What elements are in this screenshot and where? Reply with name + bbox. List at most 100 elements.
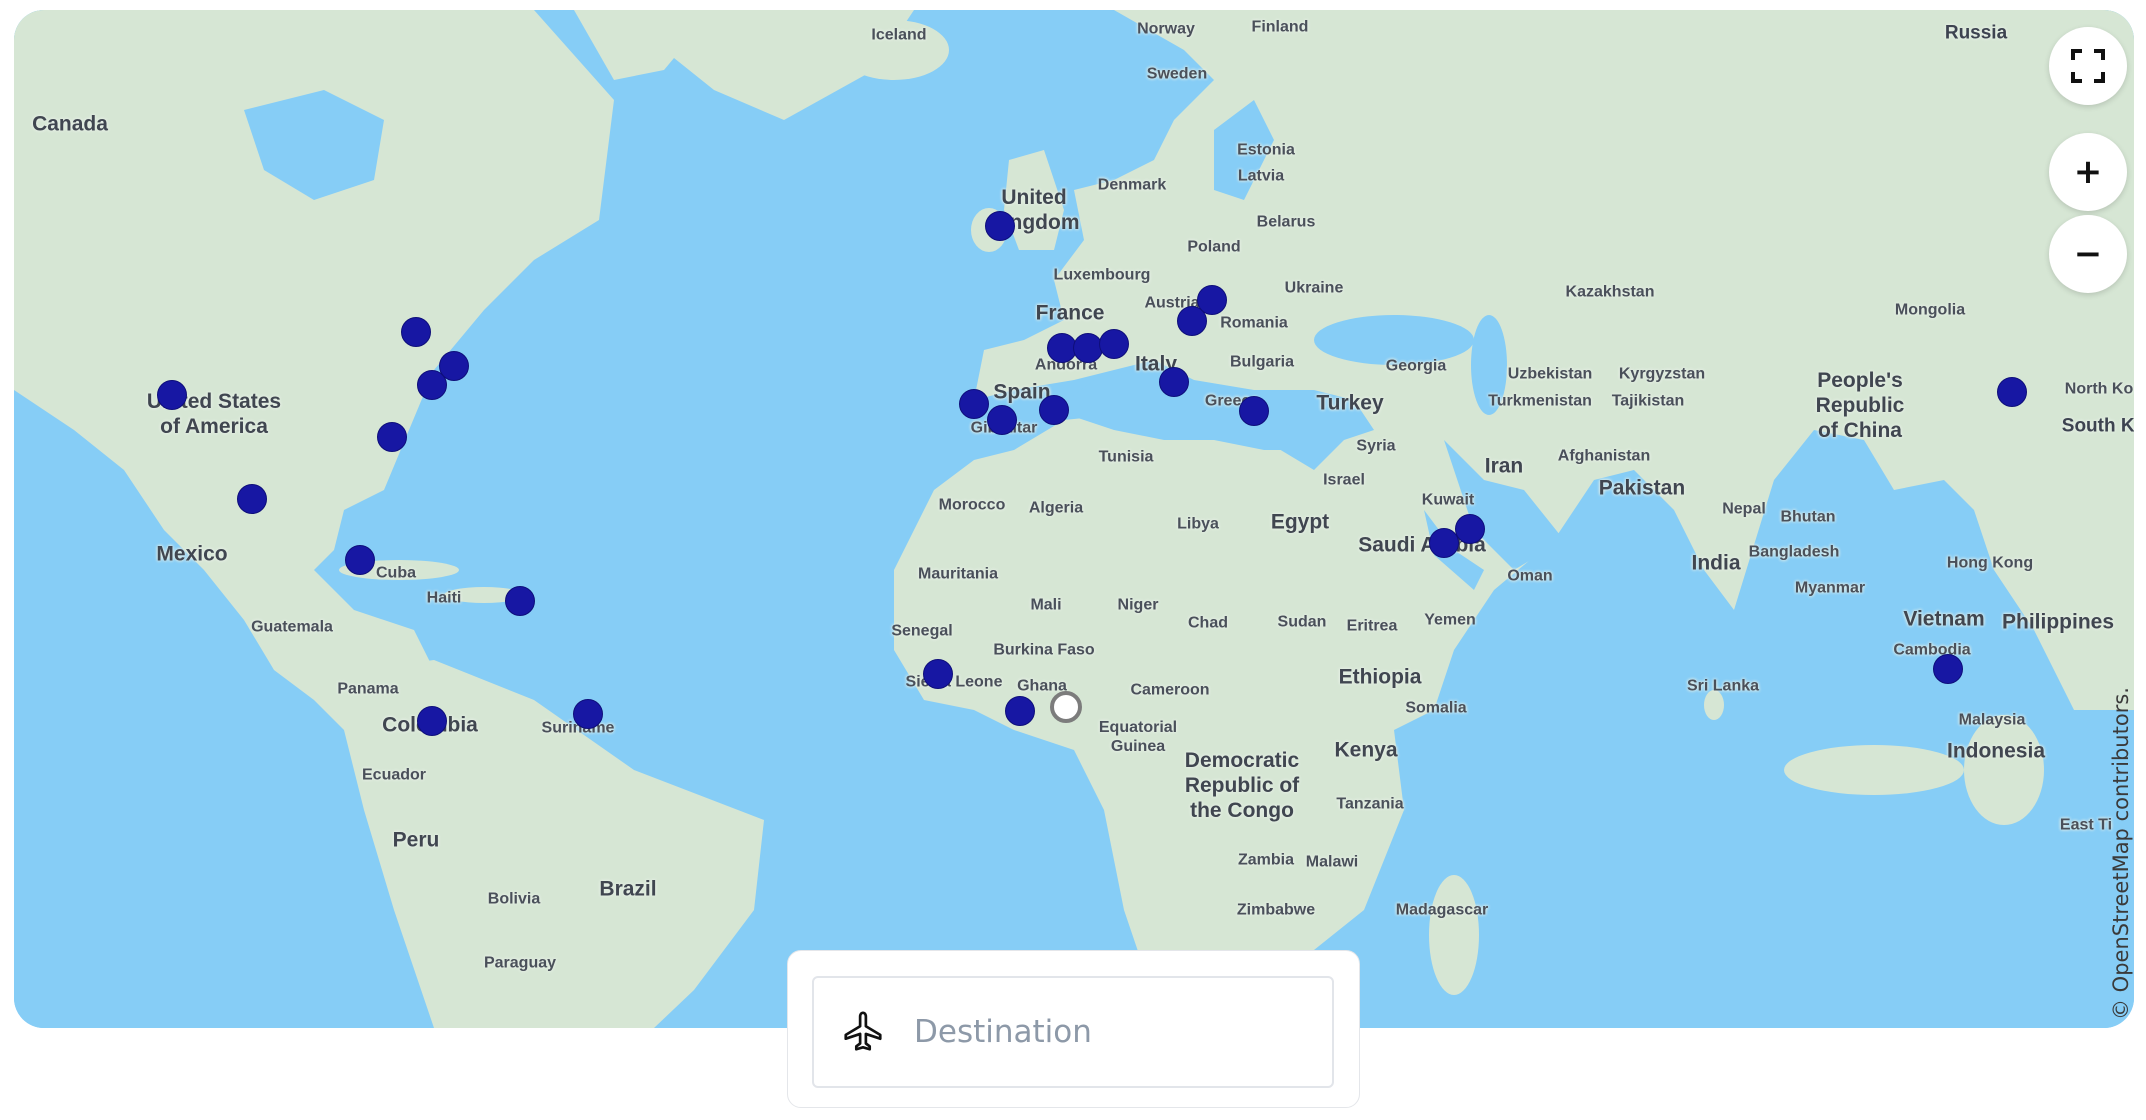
country-label-algeria: Algeria [1028,499,1084,517]
destination-marker[interactable] [959,389,989,419]
country-label-myanmar: Myanmar [1794,579,1866,597]
country-label-cuba: Cuba [376,564,416,582]
country-label-brazil: Brazil [599,877,657,901]
country-label-romania: Romania [1220,314,1288,332]
destination-marker[interactable] [1073,333,1103,363]
country-label-turkmenistan: Turkmenistan [1488,392,1592,410]
country-label-norway: Norway [1137,20,1195,38]
country-label-sierra-leone: Sierra Leone [905,673,1003,691]
destination-marker[interactable] [505,586,535,616]
destination-marker[interactable] [157,380,187,410]
destination-marker[interactable] [1005,696,1035,726]
destination-marker[interactable] [985,211,1015,241]
country-label-israel: Israel [1323,471,1365,489]
country-label-kazakhstan: Kazakhstan [1565,283,1655,301]
destination-marker[interactable] [987,405,1017,435]
world-map[interactable]: Canada United States of America Mexico Cuba H… [14,10,2134,1028]
country-label-cambodia: Cambodia [1893,641,1971,659]
country-label-tanzania: Tanzania [1336,795,1404,813]
fullscreen-icon [2071,49,2105,83]
destination-marker[interactable] [1099,329,1129,359]
destination-marker[interactable] [1239,396,1269,426]
country-label-poland: Poland [1187,238,1241,256]
country-label-ecuador: Ecuador [361,766,427,784]
country-label-morocco: Morocco [938,496,1006,514]
country-label-malaysia: Malaysia [1958,711,2026,729]
country-label-tajikistan: Tajikistan [1611,392,1685,410]
country-label-turkey: Turkey [1316,391,1384,415]
country-label-canada: Canada [32,112,108,136]
destination-marker[interactable] [1197,285,1227,315]
destination-marker[interactable] [1039,395,1069,425]
destination-field[interactable] [812,976,1334,1088]
zoom-out-button[interactable]: − [2049,215,2127,293]
country-label-vietnam: Vietnam [1903,607,1985,631]
destination-marker[interactable] [377,422,407,452]
country-label-niger: Niger [1117,596,1159,614]
country-label-senegal: Senegal [891,622,953,640]
destination-marker[interactable] [1455,514,1485,544]
country-label-drc: Democratic Republic of the Congo [1184,749,1300,823]
origin-marker[interactable] [1050,691,1082,723]
destination-marker[interactable] [237,484,267,514]
country-label-mongolia: Mongolia [1894,301,1966,319]
country-label-egypt: Egypt [1270,510,1330,534]
country-label-paraguay: Paraguay [483,954,557,972]
country-label-north-korea: North Ko [2064,380,2134,398]
country-label-china: People's Republic of China [1815,369,1905,443]
country-label-finland: Finland [1251,18,1309,36]
country-label-uzbekistan: Uzbekistan [1507,365,1593,383]
country-label-kenya: Kenya [1334,738,1398,762]
destination-marker[interactable] [1997,377,2027,407]
country-label-luxembourg: Luxembourg [1053,266,1151,284]
country-label-bolivia: Bolivia [487,890,541,908]
airplane-icon [844,1011,882,1051]
destination-marker[interactable] [401,317,431,347]
country-label-indonesia: Indonesia [1946,739,2046,763]
country-label-zambia: Zambia [1237,851,1295,869]
destination-marker[interactable] [1933,654,1963,684]
destination-marker[interactable] [417,706,447,736]
country-label-bangladesh: Bangladesh [1748,543,1840,561]
country-label-somalia: Somalia [1405,699,1467,717]
country-label-iran: Iran [1484,454,1524,478]
fullscreen-button[interactable] [2049,27,2127,105]
country-label-syria: Syria [1356,437,1396,455]
country-label-chad: Chad [1188,614,1228,632]
country-label-kuwait: Kuwait [1421,491,1475,509]
country-label-madagascar: Madagascar [1395,901,1489,919]
destination-marker[interactable] [923,659,953,689]
country-label-sweden: Sweden [1146,65,1208,83]
country-label-yemen: Yemen [1424,611,1476,629]
country-label-afghanistan: Afghanistan [1557,447,1651,465]
country-label-denmark: Denmark [1097,176,1167,194]
country-label-ethiopia: Ethiopia [1338,665,1422,689]
country-label-kyrgyzstan: Kyrgyzstan [1618,365,1706,383]
country-label-russia: Russia [1944,22,2008,44]
country-label-india: India [1691,551,1741,575]
destination-marker[interactable] [573,699,603,729]
destination-marker[interactable] [417,370,447,400]
zoom-in-button[interactable]: + [2049,133,2127,211]
country-label-eritrea: Eritrea [1346,617,1398,635]
country-label-sri-lanka: Sri Lanka [1686,677,1760,695]
country-label-mali: Mali [1030,596,1062,614]
destination-marker[interactable] [345,545,375,575]
country-label-pakistan: Pakistan [1598,476,1686,500]
country-label-libya: Libya [1177,515,1219,533]
destination-marker[interactable] [1159,367,1189,397]
country-label-ukraine: Ukraine [1284,279,1344,297]
country-label-bhutan: Bhutan [1780,508,1836,526]
country-label-france: France [1035,301,1105,325]
country-label-mauritania: Mauritania [917,565,999,583]
country-label-hong-kong: Hong Kong [1946,554,2034,572]
country-label-belarus: Belarus [1256,213,1316,231]
country-label-nepal: Nepal [1722,500,1766,518]
country-label-estonia: Estonia [1237,141,1295,159]
map-attribution[interactable]: © OpenStreetMap contributors. [2109,687,2133,1020]
destination-input[interactable] [912,1013,1316,1051]
country-label-georgia: Georgia [1385,357,1447,375]
country-label-east: East Ti [2059,816,2113,834]
country-label-iceland: Iceland [871,26,927,44]
country-label-peru: Peru [392,828,440,852]
